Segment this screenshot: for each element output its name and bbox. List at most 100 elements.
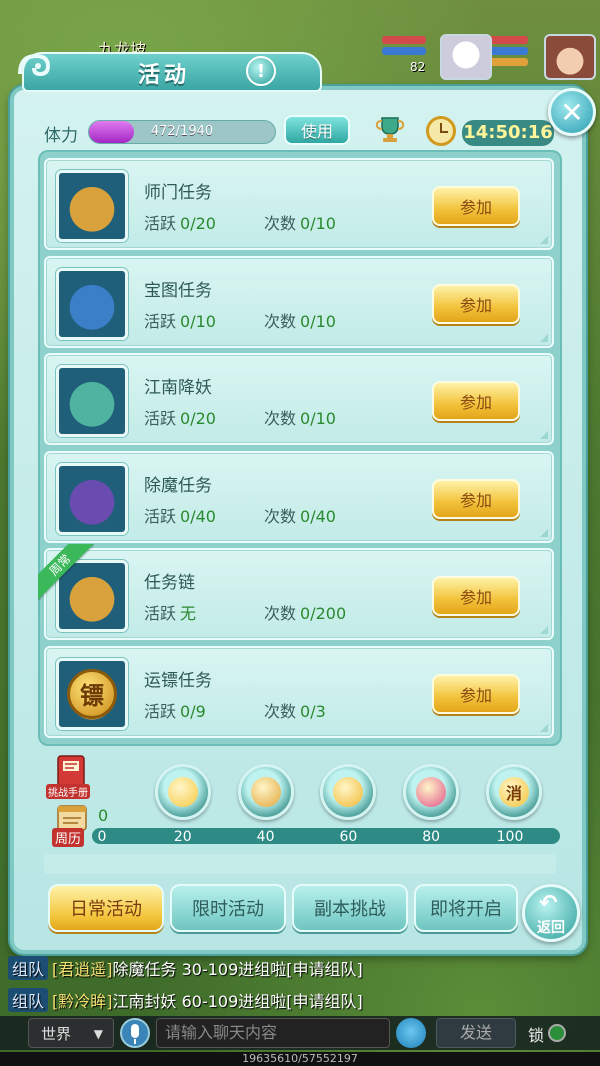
activity-active-stat: 活跃 0/20 — [144, 210, 216, 234]
activity-count-value: 0/10 — [300, 214, 336, 233]
current-activity-score: 0 — [98, 806, 109, 825]
activity-count-value: 0/10 — [300, 311, 336, 331]
activity-count-value: 0/10 — [300, 409, 336, 428]
stamina-value: 472/1940 — [150, 124, 214, 139]
tab-daily[interactable]: 日常活动 — [48, 884, 164, 932]
activity-count-value: 0/3 — [300, 701, 326, 721]
progress-tick-label: 40 — [256, 829, 275, 845]
pet-portrait[interactable] — [440, 34, 492, 80]
lock-toggle[interactable] — [548, 1024, 566, 1042]
activity-count-stat: 次数 0/3 — [264, 698, 326, 722]
back-button[interactable]: ↶ 返回 — [522, 884, 580, 942]
join-button[interactable]: 参加 — [432, 576, 520, 616]
demon-portrait-icon — [56, 365, 128, 437]
reward-20-orb[interactable] — [154, 764, 211, 820]
challenge-handbook-label: 挑战手册 — [46, 784, 90, 799]
weekly-badge: 周常 — [38, 544, 94, 600]
reward-60-orb[interactable] — [320, 764, 377, 820]
chevron-down-icon: ▼ — [93, 1027, 103, 1041]
chat-message[interactable]: 组队 [君逍遥]除魔任务 30-109进组啦[申请组队] — [8, 956, 363, 982]
progress-tick-label: 100 — [496, 829, 524, 845]
player-portrait[interactable] — [544, 34, 596, 80]
join-button[interactable]: 参加 — [432, 283, 520, 324]
activity-active-stat: 活跃无 — [144, 600, 196, 624]
send-button[interactable]: 发送 — [436, 1018, 516, 1048]
experience-value: 19635610/57552197 — [242, 1052, 358, 1065]
tab-limited[interactable]: 限时活动 — [170, 884, 286, 932]
activity-name: 宝图任务 — [144, 280, 212, 301]
weekly-calendar-label: 周历 — [52, 828, 85, 847]
activity-row[interactable]: 宝图任务 活跃 0/10 次数 0/10 参加 — [44, 255, 554, 348]
activity-count-label: 次数 — [264, 311, 297, 331]
progress-tick-label: 20 — [173, 829, 192, 845]
close-button[interactable]: ✕ — [548, 88, 596, 136]
emoji-icon[interactable] — [396, 1018, 426, 1048]
activity-active-stat: 活跃 0/10 — [144, 308, 216, 332]
join-button[interactable]: 参加 — [432, 673, 520, 714]
activity-active-value: 0/20 — [180, 409, 216, 428]
activity-count-label: 次数 — [264, 604, 297, 623]
activity-count-stat: 次数 0/10 — [264, 308, 336, 332]
info-button[interactable]: ! — [246, 56, 276, 86]
stamina-bar: 472/1940 — [88, 120, 276, 144]
chat-player-name[interactable]: [黔冷眸] — [52, 992, 113, 1011]
activity-count-stat: 次数 0/200 — [264, 600, 346, 624]
activity-count-label: 次数 — [264, 506, 297, 526]
activity-name: 除魔任务 — [144, 475, 212, 496]
activity-active-label: 活跃 — [144, 409, 177, 428]
dialog-title: 活动 — [138, 63, 191, 88]
join-button[interactable]: 参加 — [432, 478, 520, 519]
activity-count-stat: 次数 0/10 — [264, 210, 336, 234]
reward-80-orb[interactable] — [403, 764, 460, 820]
escort-coin-glyph: 镖 — [67, 668, 117, 719]
chat-channel-tag: 组队 — [8, 988, 49, 1012]
reward-40-orb[interactable] — [237, 764, 294, 820]
tab-upcoming[interactable]: 即将开启 — [414, 884, 518, 932]
activity-count-label: 次数 — [264, 701, 297, 721]
back-arrow-icon: ↶ — [539, 891, 558, 916]
activity-row[interactable]: 除魔任务活跃 0/40 次数 0/40 参加 — [44, 450, 554, 543]
microphone-icon[interactable] — [120, 1018, 150, 1048]
chat-channel-select[interactable]: 世界 ▼ — [28, 1018, 114, 1048]
join-button[interactable]: 参加 — [432, 381, 520, 421]
chat-message[interactable]: 组队 [黔冷眸]江南封妖 60-109进组啦[申请组队] — [8, 988, 363, 1014]
reward-item-icon — [167, 777, 198, 807]
master-portrait-icon — [56, 170, 128, 242]
escort-coin-icon: 镖 — [56, 657, 128, 730]
activity-active-label: 活跃 — [144, 604, 177, 623]
activity-active-label: 活跃 — [144, 214, 177, 233]
pet-status-bars — [382, 36, 426, 58]
activity-row[interactable]: 周常 任务链 活跃无 次数 0/200 参加 — [38, 544, 554, 640]
activity-progress-track — [92, 828, 560, 844]
trophy-icon[interactable] — [374, 114, 406, 144]
activity-active-stat: 活跃 0/40 — [144, 503, 216, 527]
chat-message-text: 除魔任务 30-109进组啦[申请组队] — [112, 960, 363, 979]
reward-100-orb[interactable]: 消 — [486, 764, 542, 820]
activity-active-stat: 活跃 0/9 — [144, 698, 206, 722]
activity-count-label: 次数 — [264, 409, 297, 428]
weekly-badge-label: 周常 — [38, 544, 94, 600]
progress-tick-label: 80 — [422, 829, 441, 845]
lock-label: 锁 — [528, 1026, 545, 1045]
reward-item-icon — [416, 777, 447, 807]
join-button[interactable]: 参加 — [432, 186, 520, 226]
activity-count-stat: 次数 0/40 — [264, 503, 336, 527]
reward-item-icon — [333, 777, 364, 807]
activity-row[interactable]: 江南降妖 活跃 0/20 次数 0/10 参加 — [44, 353, 554, 445]
chat-player-name[interactable]: [君逍遥] — [52, 960, 113, 979]
activity-row[interactable]: 师门任务 活跃 0/20 次数 0/10 参加 — [44, 158, 554, 250]
activity-active-label: 活跃 — [144, 506, 177, 526]
stamina-label: 体力 — [44, 126, 78, 146]
activity-count-value: 0/200 — [300, 604, 347, 623]
tab-dungeon[interactable]: 副本挑战 — [292, 884, 408, 932]
chat-message-text: 江南封妖 60-109进组啦[申请组队] — [112, 992, 363, 1011]
activity-active-stat: 活跃 0/20 — [144, 405, 216, 429]
activity-row[interactable]: 镖 运镖任务 活跃 0/9 次数 0/3 参加 — [44, 645, 554, 738]
activity-active-value: 0/10 — [180, 311, 216, 331]
cloud-ornament-icon — [18, 53, 51, 77]
chat-input[interactable]: 请输入聊天内容 — [156, 1018, 390, 1048]
chat-channel-label: 世界 — [41, 1025, 72, 1043]
use-stamina-button[interactable]: 使用 — [284, 115, 350, 145]
portraits-bar — [440, 34, 596, 80]
activity-active-label: 活跃 — [144, 311, 177, 331]
